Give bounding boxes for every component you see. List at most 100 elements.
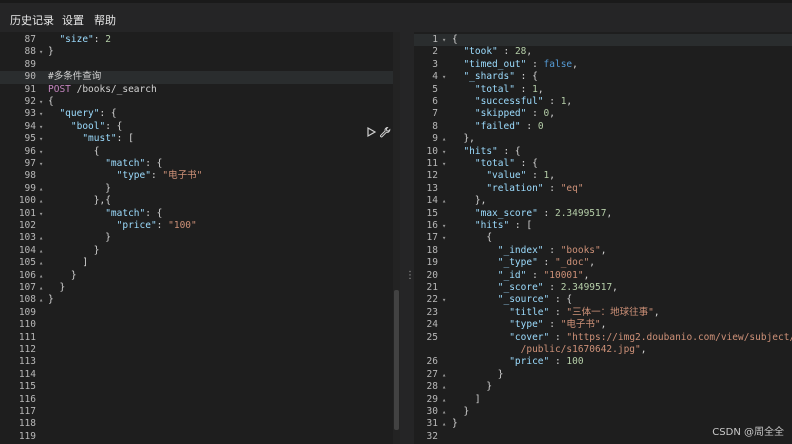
code-line[interactable]: 99 ▴ } — [0, 183, 400, 195]
code-line[interactable]: 94 ▾ "bool": { — [0, 121, 400, 133]
code-line[interactable]: 15 "max_score" : 2.3499517, — [414, 208, 792, 220]
fold-expanded-icon[interactable]: ▾ — [39, 146, 43, 158]
code-line[interactable]: 112 — [0, 344, 400, 356]
fold-expanded-icon[interactable]: ▾ — [39, 108, 43, 120]
code-line[interactable]: /public/s1670642.jpg", — [414, 344, 792, 356]
fold-expanded-icon[interactable]: ▾ — [39, 121, 43, 133]
code-line[interactable]: 7 "skipped" : 0, — [414, 108, 792, 120]
code-line[interactable]: 88 ▾} — [0, 46, 400, 58]
fold-end-icon[interactable]: ▴ — [39, 195, 43, 207]
code-line[interactable]: 21 "_score" : 2.3499517, — [414, 282, 792, 294]
fold-expanded-icon[interactable]: ▾ — [442, 232, 446, 244]
fold-expanded-icon[interactable]: ▾ — [39, 208, 43, 220]
editor-scrollbar-thumb[interactable] — [394, 290, 399, 430]
code-line[interactable]: 97 ▾ "match": { — [0, 158, 400, 170]
menu-item-help[interactable]: 帮助 — [94, 12, 116, 28]
fold-end-icon[interactable]: ▴ — [442, 381, 446, 393]
fold-expanded-icon[interactable]: ▾ — [442, 158, 446, 170]
menu-item-history[interactable]: 历史记录 — [10, 12, 54, 28]
code-line[interactable]: 91 POST /books/_search — [0, 84, 400, 96]
menu-item-settings[interactable]: 设置 — [62, 12, 84, 28]
code-line[interactable]: 103 ▴ } — [0, 232, 400, 244]
code-line[interactable]: 108 ▴} — [0, 294, 400, 306]
code-line[interactable]: 16 ▾ "hits" : [ — [414, 220, 792, 232]
pane-splitter[interactable]: ⋮ — [400, 32, 415, 444]
code-line[interactable]: 110 — [0, 319, 400, 331]
code-line[interactable]: 115 — [0, 381, 400, 393]
code-line[interactable]: 23 "title" : "三体一：地球往事", — [414, 307, 792, 319]
code-line[interactable]: 17 ▾ { — [414, 232, 792, 244]
code-line[interactable]: 116 — [0, 394, 400, 406]
code-line[interactable]: 90 #多条件查询 — [0, 71, 400, 84]
code-line[interactable]: 9 ▴ }, — [414, 133, 792, 145]
code-line[interactable]: 111 — [0, 332, 400, 344]
fold-end-icon[interactable]: ▴ — [39, 294, 43, 306]
code-line[interactable]: 101 ▾ "match": { — [0, 208, 400, 220]
code-line[interactable]: 89 — [0, 59, 400, 71]
fold-expanded-icon[interactable]: ▾ — [442, 34, 446, 46]
code-line[interactable]: 28 ▴ } — [414, 381, 792, 393]
fold-end-icon[interactable]: ▴ — [39, 245, 43, 257]
code-line[interactable]: 93 ▾ "query": { — [0, 108, 400, 120]
code-line[interactable]: 109 — [0, 307, 400, 319]
play-icon[interactable] — [365, 126, 377, 138]
code-line[interactable]: 1 ▾ { — [414, 34, 792, 47]
code-line[interactable]: 20 "_id" : "10001", — [414, 270, 792, 282]
code-line[interactable]: 5 "total" : 1, — [414, 84, 792, 96]
fold-end-icon[interactable]: ▴ — [442, 369, 446, 381]
fold-expanded-icon[interactable]: ▾ — [442, 220, 446, 232]
fold-end-icon[interactable]: ▴ — [442, 406, 446, 418]
fold-expanded-icon[interactable]: ▾ — [442, 294, 446, 306]
code-line[interactable]: 104 ▴ } — [0, 245, 400, 257]
code-line[interactable]: 95 ▾ "must": [ — [0, 133, 400, 145]
wrench-icon[interactable] — [379, 126, 391, 138]
code-line[interactable]: 8 "failed" : 0 — [414, 121, 792, 133]
fold-expanded-icon[interactable]: ▾ — [39, 158, 43, 170]
code-line[interactable]: 2 "took" : 28, — [414, 46, 792, 58]
code-line[interactable]: 6 "successful" : 1, — [414, 96, 792, 108]
fold-end-icon[interactable]: ▴ — [39, 232, 43, 244]
code-line[interactable]: 11 ▾ "total" : { — [414, 158, 792, 170]
fold-end-icon[interactable]: ▴ — [39, 257, 43, 269]
code-line[interactable]: 4 ▾ "_shards" : { — [414, 71, 792, 83]
code-line[interactable]: 19 "_type" : "_doc", — [414, 257, 792, 269]
code-line[interactable]: 114 — [0, 369, 400, 381]
code-line[interactable]: 87 "size": 2 — [0, 34, 400, 46]
code-line[interactable]: 92 ▾ { — [0, 96, 400, 108]
fold-end-icon[interactable]: ▴ — [442, 195, 446, 207]
code-line[interactable]: 105 ▴ ] — [0, 257, 400, 269]
code-line[interactable]: 106 ▴ } — [0, 270, 400, 282]
code-line[interactable]: 100 ▴ },{ — [0, 195, 400, 207]
code-line[interactable]: 113 — [0, 356, 400, 368]
code-line[interactable]: 3 "timed_out" : false, — [414, 59, 792, 71]
code-line[interactable]: 18 "_index" : "books", — [414, 245, 792, 257]
code-line[interactable]: 30 ▴ } — [414, 406, 792, 418]
code-line[interactable]: 27 ▴ } — [414, 369, 792, 381]
code-line[interactable]: 13 "relation" : "eq" — [414, 183, 792, 195]
code-line[interactable]: 10 ▾ "hits" : { — [414, 146, 792, 158]
response-viewer[interactable]: 1 ▾{2 "took" : 28, 3 "timed_out" : false, 4… — [414, 32, 792, 444]
fold-end-icon[interactable]: ▴ — [39, 270, 43, 282]
code-line[interactable]: 119 — [0, 431, 400, 443]
fold-expanded-icon[interactable]: ▾ — [39, 133, 43, 145]
code-line[interactable]: 96 ▾ { — [0, 146, 400, 158]
code-line[interactable]: 118 — [0, 418, 400, 430]
fold-end-icon[interactable]: ▴ — [442, 394, 446, 406]
fold-expanded-icon[interactable]: ▾ — [442, 71, 446, 83]
code-line[interactable]: 24 "type" : "电子书", — [414, 319, 792, 331]
request-editor[interactable]: 87 "size": 2 88 ▾} 89 90 #多条件查询 91 POST /books/… — [0, 32, 400, 444]
fold-end-icon[interactable]: ▴ — [442, 133, 446, 145]
fold-end-icon[interactable]: ▴ — [39, 183, 43, 195]
code-line[interactable]: 29 ▴ ] — [414, 394, 792, 406]
fold-end-icon[interactable]: ▴ — [442, 418, 446, 430]
fold-expanded-icon[interactable]: ▾ — [39, 46, 43, 58]
code-line[interactable]: 102 "price": "100" — [0, 220, 400, 232]
code-line[interactable]: 98 "type": "电子书" — [0, 170, 400, 182]
code-line[interactable]: 117 — [0, 406, 400, 418]
code-line[interactable]: 25 "cover" : "https://img2.doubanio.com/… — [414, 332, 792, 344]
fold-expanded-icon[interactable]: ▾ — [39, 96, 43, 108]
code-line[interactable]: 14 ▴ }, — [414, 195, 792, 207]
fold-expanded-icon[interactable]: ▾ — [442, 146, 446, 158]
fold-end-icon[interactable]: ▴ — [39, 282, 43, 294]
code-line[interactable]: 22 ▾ "_source" : { — [414, 294, 792, 306]
